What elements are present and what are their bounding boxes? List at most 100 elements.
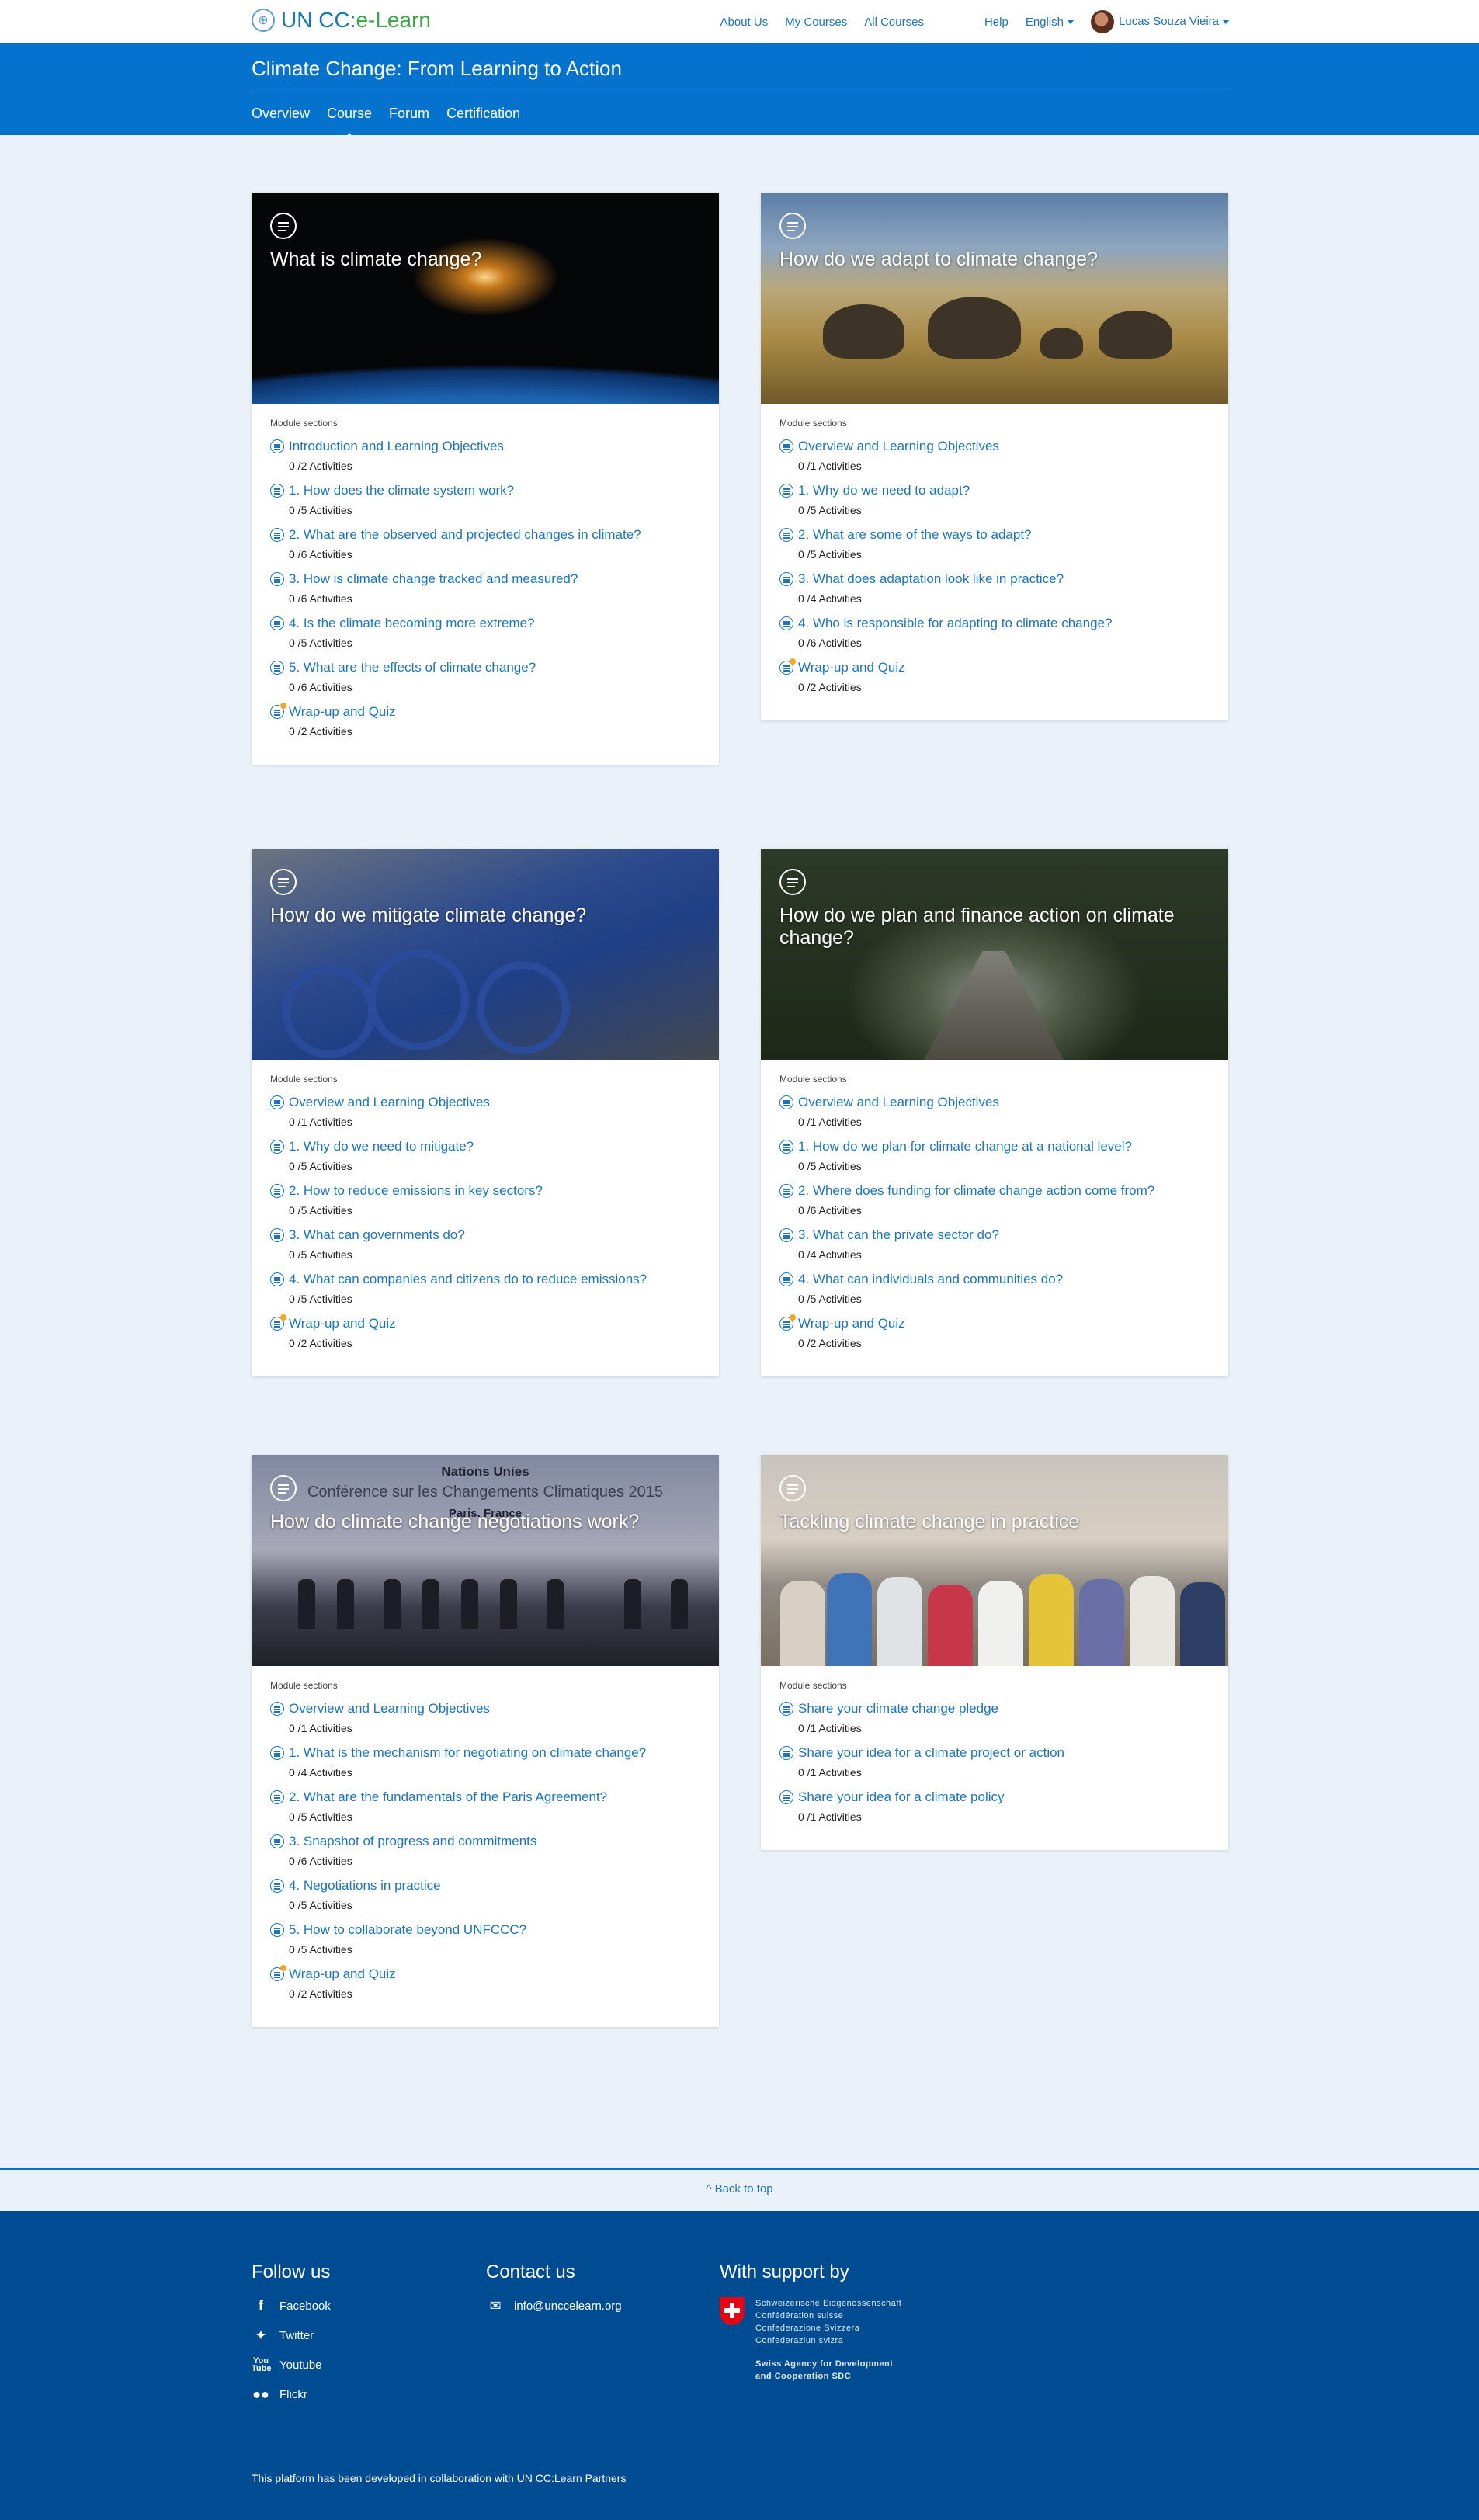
section-link[interactable]: 1. Why do we need to adapt? xyxy=(779,482,1210,499)
language-dropdown[interactable]: English xyxy=(1026,16,1074,29)
section-link[interactable]: Share your climate change pledge xyxy=(779,1700,1210,1717)
section-activity-count: 0 /1 Activities xyxy=(798,1722,862,1734)
un-emblem-icon: ⊕ xyxy=(252,9,275,32)
module-2-hero-image[interactable]: How do we adapt to climate change? xyxy=(761,193,1228,404)
module-1-hero-image[interactable]: What is climate change? xyxy=(252,193,719,404)
section-link[interactable]: Overview and Learning Objectives xyxy=(779,438,1210,455)
document-icon xyxy=(779,439,793,453)
nav-all-courses[interactable]: All Courses xyxy=(864,16,924,29)
back-to-top-link[interactable]: ^ Back to top xyxy=(0,2182,1479,2195)
module-section: Wrap-up and Quiz 0 /2 Activities xyxy=(270,703,700,738)
twitter-link[interactable]: ✦ Twitter xyxy=(252,2327,331,2344)
section-link[interactable]: 1. Why do we need to mitigate? xyxy=(270,1138,700,1155)
module-card-5: Nations Unies Conférence sur les Changem… xyxy=(252,1455,719,2027)
tab-forum[interactable]: Forum xyxy=(389,106,429,122)
flickr-link[interactable]: ●● Flickr xyxy=(252,2386,331,2403)
facebook-icon: f xyxy=(259,2297,263,2313)
section-link[interactable]: 2. What are the fundamentals of the Pari… xyxy=(270,1789,700,1806)
section-link[interactable]: Overview and Learning Objectives xyxy=(270,1094,700,1111)
module-section: 3. How is climate change tracked and mea… xyxy=(270,571,700,605)
section-activity-count: 0 /6 Activities xyxy=(798,637,862,649)
section-link[interactable]: 3. What can governments do? xyxy=(270,1227,700,1244)
module-3-title[interactable]: How do we mitigate climate change? xyxy=(270,904,700,927)
youtube-link[interactable]: You Tube Youtube xyxy=(252,2356,331,2373)
section-link[interactable]: 4. What can individuals and communities … xyxy=(779,1271,1210,1288)
section-link[interactable]: Wrap-up and Quiz xyxy=(270,1314,700,1332)
section-link[interactable]: 5. How to collaborate beyond UNFCCC? xyxy=(270,1921,700,1939)
tab-course[interactable]: Course xyxy=(327,106,372,140)
section-link[interactable]: 3. Snapshot of progress and commitments xyxy=(270,1833,700,1850)
module-2-title[interactable]: How do we adapt to climate change? xyxy=(779,248,1210,271)
section-link[interactable]: 3. What does adaptation look like in pra… xyxy=(779,571,1210,588)
delegate-figure xyxy=(671,1579,688,1629)
section-link[interactable]: 4. Is the climate becoming more extreme? xyxy=(270,615,700,632)
section-link[interactable]: 2. What are some of the ways to adapt? xyxy=(779,526,1210,543)
section-link[interactable]: 3. How is climate change tracked and mea… xyxy=(270,571,700,588)
document-icon xyxy=(779,484,793,498)
quiz-icon xyxy=(270,1314,286,1331)
module-5-hero-image[interactable]: Nations Unies Conférence sur les Changem… xyxy=(252,1455,719,1666)
tab-certification[interactable]: Certification xyxy=(446,106,520,122)
section-link[interactable]: 1. How does the climate system work? xyxy=(270,482,700,499)
swiss-confederation-logo: Schweizerische Eidgenossenschaft Confédé… xyxy=(720,2297,901,2383)
module-section: Wrap-up and Quiz 0 /2 Activities xyxy=(779,1314,1210,1349)
section-activity-count: 0 /1 Activities xyxy=(798,1810,862,1823)
module-sections-label: Module sections xyxy=(270,1680,338,1691)
section-link[interactable]: Share your idea for a climate policy xyxy=(779,1789,1210,1806)
module-5-title[interactable]: How do climate change negotiations work? xyxy=(270,1511,700,1533)
module-section: Overview and Learning Objectives 0 /1 Act… xyxy=(270,1094,700,1128)
section-link[interactable]: 4. Negotiations in practice xyxy=(270,1877,700,1894)
section-link[interactable]: Share your idea for a climate project or… xyxy=(779,1744,1210,1762)
section-link[interactable]: Wrap-up and Quiz xyxy=(779,658,1210,676)
module-section: Introduction and Learning Objectives 0 /2… xyxy=(270,438,700,472)
section-link[interactable]: Overview and Learning Objectives xyxy=(270,1700,700,1717)
module-4-title[interactable]: How do we plan and finance action on cli… xyxy=(779,904,1210,950)
section-link[interactable]: Wrap-up and Quiz xyxy=(779,1314,1210,1332)
quiz-icon xyxy=(779,1314,796,1331)
module-section: Wrap-up and Quiz 0 /2 Activities xyxy=(779,658,1210,693)
nav-about-us[interactable]: About Us xyxy=(720,16,769,29)
nav-my-courses[interactable]: My Courses xyxy=(785,16,847,29)
section-link[interactable]: Wrap-up and Quiz xyxy=(270,703,700,720)
tab-overview[interactable]: Overview xyxy=(252,106,310,122)
section-link[interactable]: 1. What is the mechanism for negotiating… xyxy=(270,1744,700,1762)
module-4-hero-image[interactable]: How do we plan and finance action on cli… xyxy=(761,849,1228,1060)
module-6-hero-image[interactable]: Tackling climate change in practice xyxy=(761,1455,1228,1666)
brand-logo-link[interactable]: ⊕ UN CC:e-Learn xyxy=(252,8,431,33)
youtube-icon: You Tube xyxy=(252,2356,272,2373)
section-activity-count: 0 /1 Activities xyxy=(289,1722,352,1734)
section-link[interactable]: 2. Where does funding for climate change… xyxy=(779,1182,1210,1199)
user-menu-dropdown[interactable]: Lucas Souza Vieira xyxy=(1091,10,1229,33)
module-section: 4. Negotiations in practice 0 /5 Activiti… xyxy=(270,1877,700,1911)
module-card-2: How do we adapt to climate change? Modul… xyxy=(761,193,1228,720)
nav-help[interactable]: Help xyxy=(984,16,1009,29)
section-link[interactable]: 5. What are the effects of climate chang… xyxy=(270,659,700,676)
footer-support-column: With support by Schweizerische Eidgenoss… xyxy=(720,2261,901,2383)
section-link[interactable]: 4. Who is responsible for adapting to cl… xyxy=(779,615,1210,632)
section-link[interactable]: 2. How to reduce emissions in key sector… xyxy=(270,1182,700,1199)
section-link[interactable]: Overview and Learning Objectives xyxy=(779,1094,1210,1111)
document-icon xyxy=(270,1834,284,1848)
document-icon xyxy=(270,1228,284,1242)
user-avatar xyxy=(1091,10,1115,33)
section-link[interactable]: 3. What can the private sector do? xyxy=(779,1227,1210,1244)
section-link[interactable]: Wrap-up and Quiz xyxy=(270,1965,700,1983)
back-to-top-divider xyxy=(0,2168,1479,2170)
module-section: 4. What can individuals and communities … xyxy=(779,1271,1210,1305)
person-figure xyxy=(1180,1582,1225,1666)
section-link[interactable]: 2. What are the observed and projected c… xyxy=(270,526,700,543)
section-link[interactable]: 1. How do we plan for climate change at … xyxy=(779,1138,1210,1155)
section-activity-count: 0 /5 Activities xyxy=(798,504,862,516)
module-section: 2. How to reduce emissions in key sector… xyxy=(270,1182,700,1217)
section-link[interactable]: 4. What can companies and citizens do to… xyxy=(270,1271,700,1288)
facebook-link[interactable]: f Facebook xyxy=(252,2297,331,2314)
elephant-shape xyxy=(1040,328,1083,359)
document-icon xyxy=(270,528,284,542)
module-1-title[interactable]: What is climate change? xyxy=(270,248,700,271)
bike-wheel-shape xyxy=(283,965,376,1058)
email-link[interactable]: ✉ info@unccelearn.org xyxy=(486,2297,621,2314)
footer-support-title: With support by xyxy=(720,2261,849,2282)
module-3-hero-image[interactable]: How do we mitigate climate change? xyxy=(252,849,719,1060)
module-6-title[interactable]: Tackling climate change in practice xyxy=(779,1511,1210,1533)
section-link[interactable]: Introduction and Learning Objectives xyxy=(270,438,700,455)
